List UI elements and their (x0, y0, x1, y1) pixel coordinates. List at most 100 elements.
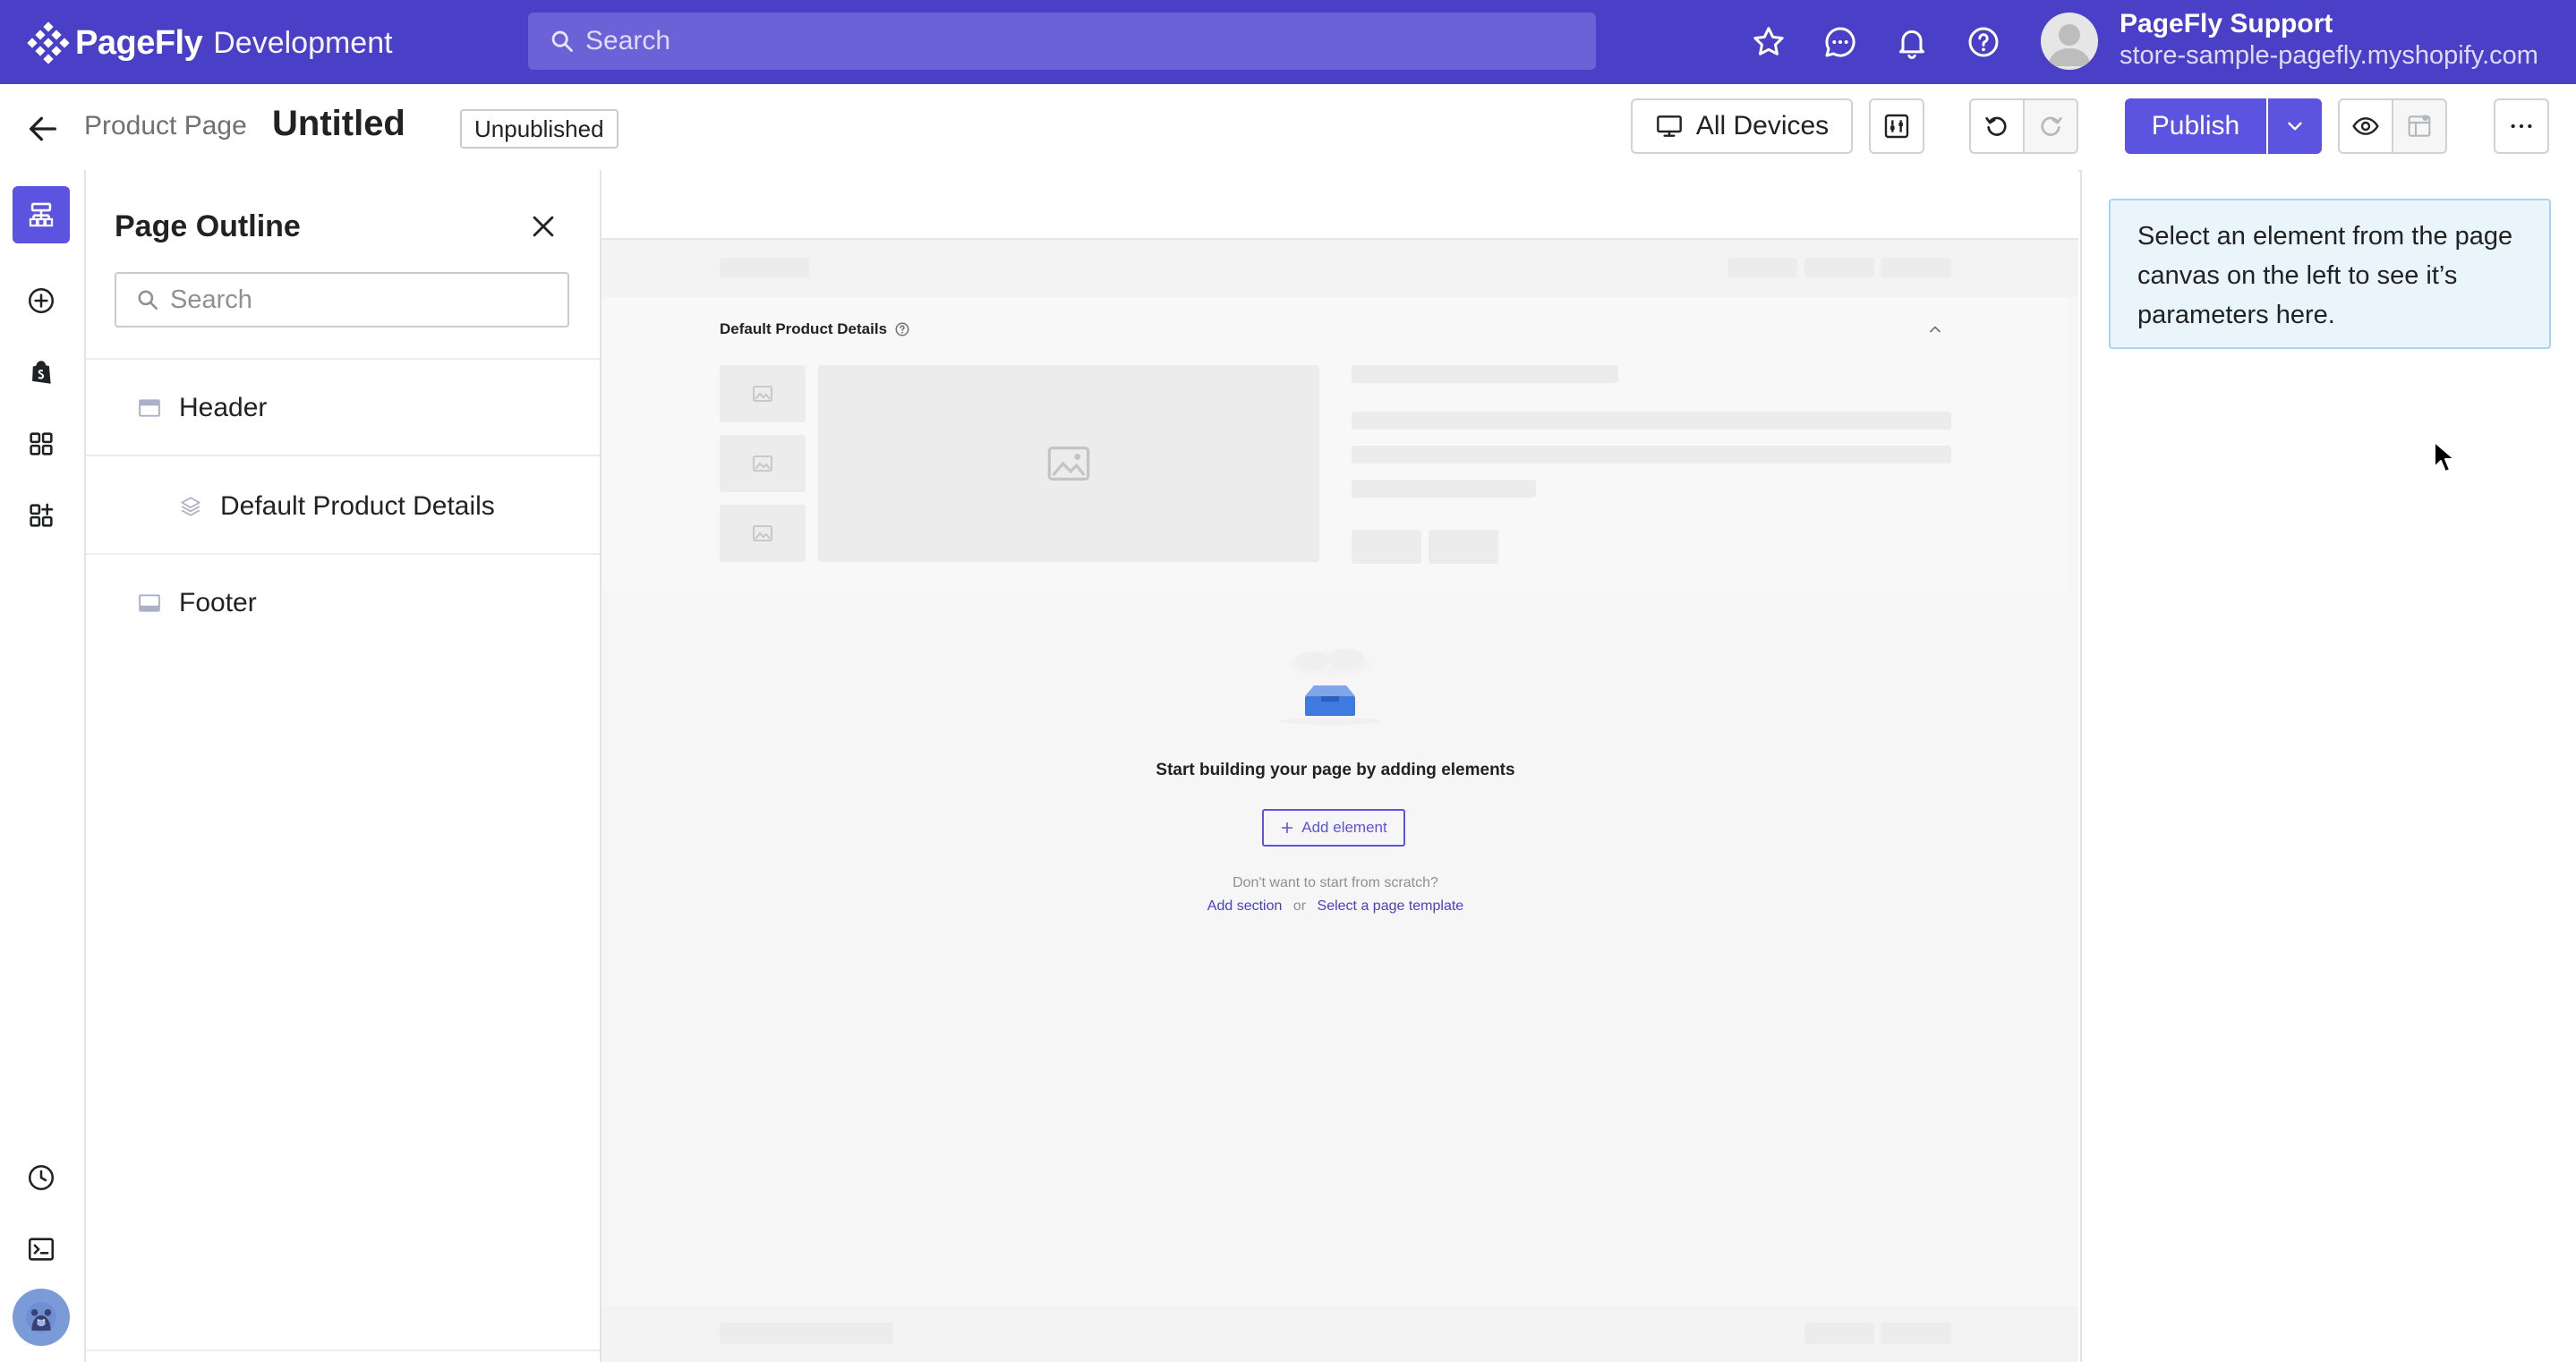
pagefly-logo[interactable]: PageFly Development (27, 20, 393, 66)
page-canvas[interactable]: Default Product Details Start building y… (601, 170, 2078, 1362)
skeleton-bar (1881, 258, 1951, 277)
skeleton-bar (1352, 412, 1951, 430)
search-icon (551, 30, 573, 52)
editor-toolbar: Product Page Untitled Unpublished All De… (0, 84, 2576, 172)
eye-icon (2352, 117, 2379, 135)
skeleton-bar (1727, 258, 1797, 277)
plus-icon (1282, 821, 1293, 834)
brand-name: PageFly (75, 23, 203, 62)
skeleton-button (1429, 530, 1498, 564)
help-icon[interactable] (1966, 24, 2001, 60)
outline-item-label: Footer (179, 588, 257, 617)
chevron-up-icon[interactable] (1926, 320, 1944, 338)
scratch-hint: Don't want to start from scratch? (1233, 875, 1438, 890)
bear-avatar-icon (26, 1302, 56, 1332)
skeleton-button (1352, 530, 1421, 564)
add-section-link[interactable]: Add section (1207, 898, 1283, 914)
page-settings-button[interactable] (1869, 98, 1924, 154)
image-icon (753, 525, 772, 541)
image-icon (753, 386, 772, 402)
desktop-icon (1656, 115, 1682, 137)
outline-item-footer[interactable]: Footer (86, 555, 600, 651)
skeleton-bar (1804, 1323, 1874, 1344)
search-icon (138, 290, 158, 311)
breadcrumb-page-type[interactable]: Product Page (84, 111, 247, 141)
canvas-top-strip (601, 170, 2078, 240)
scratch-links: Add section or Select a page template (601, 898, 2069, 915)
rail-account-avatar[interactable] (13, 1289, 70, 1346)
publish-history-button[interactable] (2392, 98, 2447, 154)
global-search-input[interactable] (584, 25, 1482, 57)
header-section-icon (139, 399, 160, 417)
section-label-text: Default Product Details (720, 320, 888, 337)
skeleton-bar (1352, 480, 1536, 498)
clock-icon (28, 1164, 55, 1191)
outline-item-label: Header (179, 393, 268, 422)
rail-apps[interactable] (13, 487, 70, 544)
rail-code[interactable] (13, 1221, 70, 1278)
shopify-bag-icon (32, 361, 51, 384)
mouse-cursor-icon (2434, 441, 2455, 472)
skeleton-bar (1352, 365, 1618, 383)
more-horizontal-icon (2511, 123, 2532, 129)
empty-box-icon (1280, 649, 1380, 725)
close-icon[interactable] (528, 211, 559, 242)
redo-button[interactable] (2023, 98, 2078, 154)
device-selector-label: All Devices (1695, 111, 1830, 140)
properties-panel: Select an element from the page canvas o… (2080, 170, 2576, 1362)
divider (86, 455, 600, 456)
empty-state-message: Start building your page by adding eleme… (1156, 761, 1515, 779)
layers-icon (181, 497, 200, 516)
layout-disabled-icon (2408, 115, 2431, 137)
bell-icon[interactable] (1894, 24, 1930, 60)
outline-item-header[interactable]: Header (86, 360, 600, 456)
footer-section-icon (139, 594, 160, 612)
image-icon (1047, 447, 1090, 481)
section-label: Default Product Details (720, 320, 910, 338)
publish-options-button[interactable] (2268, 98, 2322, 154)
back-arrow-icon[interactable] (25, 111, 61, 147)
skeleton-bar (1352, 446, 1951, 464)
main-image-placeholder (818, 365, 1319, 562)
status-badge: Unpublished (460, 109, 618, 149)
pagefly-logo-icon (27, 21, 70, 64)
user-name[interactable]: PageFly Support (2120, 9, 2333, 39)
outline-item-default-product-details[interactable]: Default Product Details (86, 458, 600, 555)
publish-button[interactable]: Publish (2125, 98, 2266, 154)
top-bar: PageFly Development PageFly Support stor… (0, 0, 2576, 84)
skeleton-bar (1881, 1323, 1951, 1344)
sliders-icon (1884, 114, 1909, 139)
redo-icon (2041, 116, 2062, 136)
more-options-button[interactable] (2494, 98, 2549, 154)
page-outline-panel: Page Outline Header Default Product Deta… (86, 170, 601, 1362)
terminal-icon (28, 1238, 55, 1261)
user-avatar[interactable] (2041, 13, 2098, 70)
thumbnail-placeholder (720, 365, 806, 422)
chat-icon[interactable] (1822, 24, 1858, 60)
device-selector-button[interactable]: All Devices (1631, 98, 1853, 154)
undo-button[interactable] (1969, 98, 2025, 154)
outline-tree-icon (29, 202, 54, 227)
outline-search[interactable] (115, 272, 569, 328)
add-element-button[interactable]: Add element (1262, 809, 1405, 847)
rail-templates[interactable] (13, 415, 70, 472)
global-search[interactable] (528, 13, 1596, 70)
rail-page-outline[interactable] (13, 186, 70, 243)
page-title[interactable]: Untitled (272, 104, 405, 144)
help-icon[interactable] (894, 321, 910, 337)
properties-info-message: Select an element from the page canvas o… (2109, 199, 2551, 349)
thumbnail-placeholder (720, 435, 806, 492)
grid-icon (30, 432, 53, 455)
user-store-domain[interactable]: store-sample-pagefly.myshopify.com (2120, 41, 2538, 71)
environment-label: Development (213, 25, 393, 60)
star-icon[interactable] (1751, 24, 1787, 60)
rail-shopify[interactable] (13, 344, 70, 401)
skeleton-bar (720, 258, 809, 277)
select-template-link[interactable]: Select a page template (1318, 898, 1464, 914)
outline-item-label: Default Product Details (220, 491, 495, 521)
outline-search-input[interactable] (168, 284, 548, 316)
preview-button[interactable] (2338, 98, 2393, 154)
rail-history[interactable] (13, 1149, 70, 1206)
skeleton-bar (720, 1323, 893, 1344)
rail-add-element[interactable] (13, 272, 70, 329)
